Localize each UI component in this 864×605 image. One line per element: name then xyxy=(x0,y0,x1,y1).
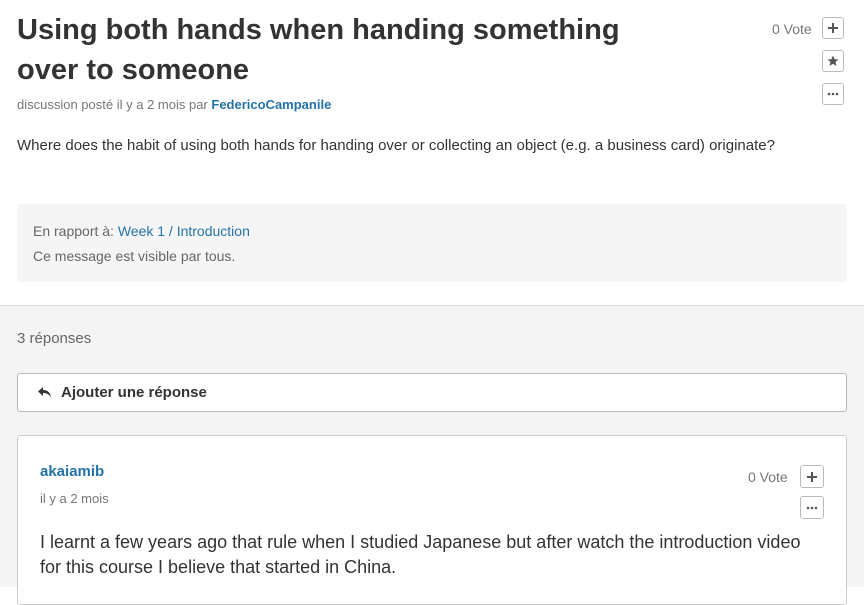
response-card: akaiamib il y a 2 mois 0 Vote I learnt a… xyxy=(17,435,847,605)
reply-arrow-icon xyxy=(38,386,52,399)
post-vote-count: 0 Vote xyxy=(772,21,812,37)
star-icon xyxy=(827,55,839,66)
post-context-box: En rapport à: Week 1 / Introduction Ce m… xyxy=(17,204,847,282)
responses-count: 3 réponses xyxy=(17,330,92,347)
post-meta-prefix: discussion posté il y a 2 mois par xyxy=(17,97,212,112)
response-timestamp: il y a 2 mois xyxy=(40,491,109,506)
plus-icon xyxy=(828,23,838,33)
response-body: I learnt a few years ago that rule when … xyxy=(40,532,801,577)
context-topic-link[interactable]: Week 1 / Introduction xyxy=(118,223,250,239)
post-visibility-note: Ce message est visible par tous. xyxy=(33,248,236,264)
response-author-link[interactable]: akaiamib xyxy=(40,463,104,480)
post-body: Where does the habit of using both hands… xyxy=(17,137,775,154)
context-label: En rapport à: xyxy=(33,223,118,239)
ellipsis-icon xyxy=(806,506,818,509)
responses-section: 3 réponses Ajouter une réponse akaiamib … xyxy=(0,306,864,605)
add-response-label: Ajouter une réponse xyxy=(61,384,207,401)
add-response-button[interactable]: Ajouter une réponse xyxy=(17,373,847,412)
post-follow-button[interactable] xyxy=(822,50,844,72)
post-more-button[interactable] xyxy=(822,83,844,105)
post-meta: discussion posté il y a 2 mois par Feder… xyxy=(17,97,331,112)
response-more-button[interactable] xyxy=(800,496,824,519)
post-context-line: En rapport à: Week 1 / Introduction xyxy=(33,222,831,240)
ellipsis-icon xyxy=(827,92,839,96)
post-author-link[interactable]: FedericoCampanile xyxy=(211,97,331,112)
response-vote-button[interactable] xyxy=(800,465,824,488)
plus-icon xyxy=(807,471,817,482)
post-vote-button[interactable] xyxy=(822,17,844,39)
response-vote-count: 0 Vote xyxy=(748,469,788,485)
post-title: Using both hands when handing something … xyxy=(17,14,620,86)
discussion-post: Using both hands when handing something … xyxy=(0,0,864,306)
